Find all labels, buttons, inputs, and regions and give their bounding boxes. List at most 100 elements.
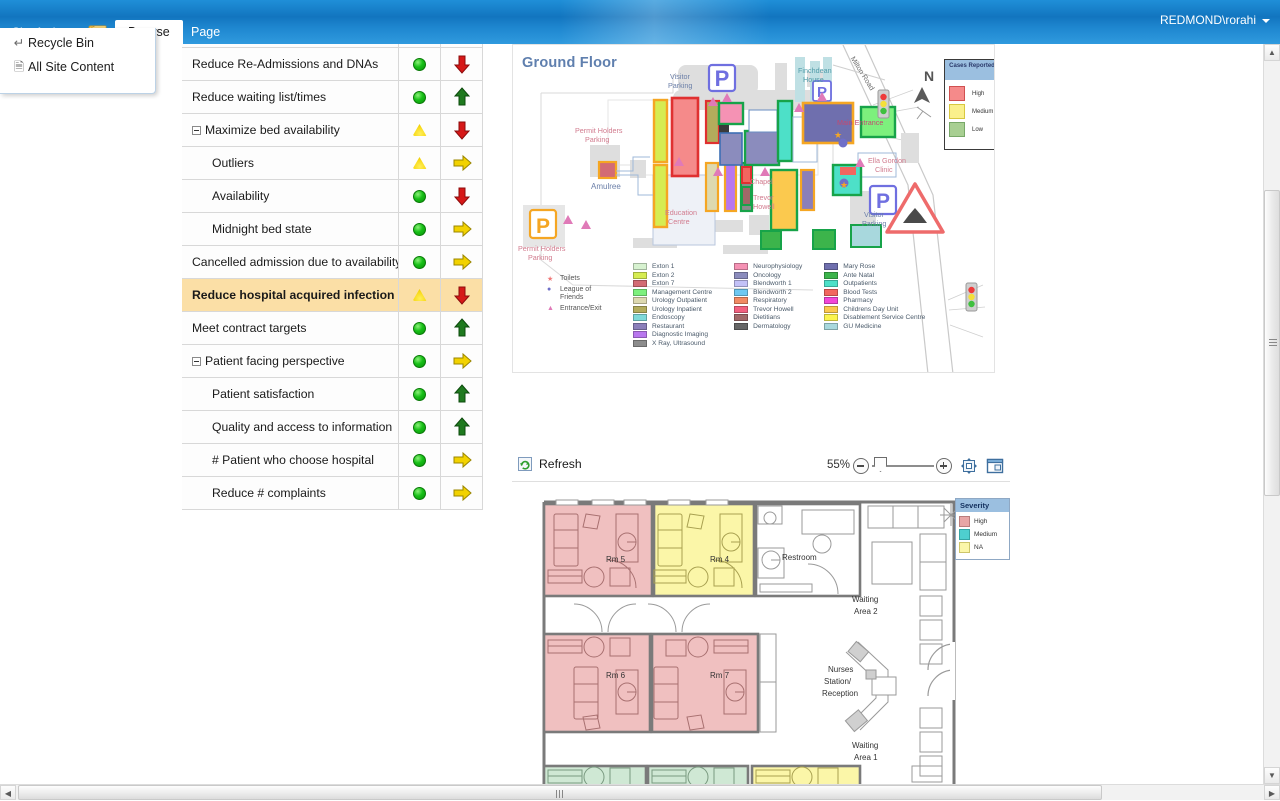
scorecard-row[interactable]: Cancelled admission due to availability (182, 246, 483, 279)
trend-arrow-icon (452, 87, 472, 107)
map-key-item: Urology Inpatient (633, 306, 712, 313)
svg-text:Visitor: Visitor (670, 72, 690, 81)
zoom-in-icon[interactable] (936, 458, 952, 474)
scorecard-label-text: Maximize bed availability (205, 123, 340, 137)
map-key-label: Blendworth 1 (753, 280, 792, 287)
green-circle-icon (413, 487, 426, 500)
collapse-expander-icon[interactable] (192, 357, 201, 366)
map-key-label: Ante Natal (843, 272, 874, 279)
floorplan-legend-title: Severity (956, 499, 1009, 512)
trend-indicator (441, 213, 483, 245)
map-key-item: Oncology (734, 272, 802, 279)
scroll-right-arrow[interactable]: ▶ (1264, 785, 1280, 800)
map-building-key: Exton 1Exton 2Exton 7Management CentreUr… (633, 263, 925, 348)
green-circle-icon (413, 388, 426, 401)
room-label: Rm 7 (710, 671, 730, 680)
zoom-slider-thumb[interactable] (874, 457, 887, 472)
scroll-left-arrow[interactable]: ◀ (0, 785, 16, 800)
trend-arrow-icon (452, 252, 472, 272)
status-indicator (399, 279, 441, 311)
scorecard-row[interactable]: Reduce Re-Admissions and DNAs (182, 48, 483, 81)
green-circle-icon (413, 322, 426, 335)
documents-icon: 🗎 (10, 58, 28, 79)
toolbar-divider (512, 481, 1010, 482)
scorecard-row[interactable]: Outliers (182, 147, 483, 180)
horizontal-scrollbar[interactable]: ◀ ▶ (0, 784, 1280, 800)
green-circle-icon (413, 91, 426, 104)
scorecard-row-label: Midnight bed state (182, 213, 399, 245)
scorecard-row[interactable]: # Patient who choose hospital (182, 444, 483, 477)
map-key-swatch (824, 306, 838, 313)
collapse-expander-icon[interactable] (192, 126, 201, 135)
trend-indicator (441, 279, 483, 311)
map-key-item: Respiratory (734, 297, 802, 304)
tab-page[interactable]: Page (178, 20, 233, 44)
status-indicator (399, 44, 441, 47)
room-label: Rm 5 (606, 555, 626, 564)
map-key-label: Endoscopy (652, 314, 685, 321)
user-menu[interactable]: REDMOND\rorahi (1160, 13, 1270, 27)
scroll-down-arrow[interactable]: ▼ (1264, 767, 1280, 784)
status-indicator (399, 114, 441, 146)
scorecard-row[interactable]: Quality and access to information (182, 411, 483, 444)
scorecard-row-label: Outliers (182, 147, 399, 179)
map-key-swatch (734, 297, 748, 304)
map-key-label: Neurophysiology (753, 263, 802, 270)
floorplan-panel[interactable]: Rm 5 Rm 4 Restroom (520, 492, 1010, 784)
scorecard-row[interactable]: Reduce hospital acquired infection (182, 279, 483, 312)
scorecard-label-text: Midnight bed state (212, 222, 312, 236)
quick-launch-item-all-site-content[interactable]: 🗎All Site Content (10, 58, 114, 79)
map-key-label: Pharmacy (843, 297, 873, 304)
green-circle-icon (413, 256, 426, 269)
map-key-label: Restaurant (652, 323, 684, 330)
trend-arrow-icon (452, 54, 472, 74)
trend-indicator (441, 411, 483, 443)
map-symbol-item: ●League of Friends (547, 286, 604, 302)
user-name-label: REDMOND\rorahi (1160, 13, 1256, 27)
map-key-swatch (824, 263, 838, 270)
scorecard-row-label: Maximize bed availability (182, 114, 399, 146)
scorecard-label-text: Reduce waiting list/times (192, 90, 326, 104)
map-key-swatch (633, 280, 647, 287)
svg-text:★: ★ (840, 180, 848, 190)
map-key-label: Urology Inpatient (652, 306, 702, 313)
green-circle-icon (413, 190, 426, 203)
scorecard-label-text: Reduce # complaints (212, 486, 326, 500)
scorecard-row[interactable]: Maximize bed availability (182, 114, 483, 147)
scorecard-label-text: Reduce hospital acquired infection (192, 288, 394, 302)
svg-text:P: P (536, 215, 550, 238)
show-pane-icon[interactable] (986, 457, 1004, 475)
scorecard-row[interactable]: Meet contract targets (182, 312, 483, 345)
scorecard-row[interactable]: Patient facing perspective (182, 345, 483, 378)
star-icon: ★ (547, 275, 557, 283)
horizontal-scroll-thumb[interactable] (18, 785, 1102, 800)
map-legend-item: Low (949, 122, 995, 137)
ground-floor-map-panel[interactable]: Ground Floor (512, 44, 995, 373)
map-legend-item: Medium (949, 104, 995, 119)
fit-page-icon[interactable] (960, 457, 978, 475)
floorplan-canvas[interactable]: Rm 5 Rm 4 Restroom (520, 492, 1010, 784)
map-key-swatch (734, 314, 748, 321)
scorecard-table: Reduce Re-Admissions and DNAs Reduce wait… (182, 44, 483, 516)
scorecard-row[interactable]: Midnight bed state (182, 213, 483, 246)
scroll-up-arrow[interactable]: ▲ (1264, 44, 1280, 61)
scorecard-label-text: Outliers (212, 156, 254, 170)
floorplan-toolbar: Refresh 55% (512, 452, 1010, 482)
yellow-triangle-icon (413, 157, 427, 169)
map-key-item: Blendworth 1 (734, 280, 802, 287)
zoom-out-icon[interactable] (853, 458, 869, 474)
svg-text:Visitor: Visitor (864, 210, 884, 219)
vertical-scrollbar[interactable]: ▲ ▼ (1263, 44, 1280, 784)
green-circle-icon (413, 454, 426, 467)
scorecard-row[interactable]: Patient satisfaction (182, 378, 483, 411)
map-legend: Cases Reported High Medium Low (944, 59, 995, 150)
vertical-scroll-thumb[interactable] (1264, 190, 1280, 496)
svg-text:Howell: Howell (753, 202, 775, 211)
quick-launch-item-recycle-bin[interactable]: ↵Recycle Bin (10, 35, 94, 50)
scorecard-row[interactable]: Reduce # complaints (182, 477, 483, 510)
refresh-button[interactable]: Refresh (518, 457, 582, 471)
scorecard-row[interactable]: Availability (182, 180, 483, 213)
scorecard-row-label: Cancelled admission due to availability (182, 246, 399, 278)
scorecard-label-text: Reduce Re-Admissions and DNAs (192, 57, 378, 71)
scorecard-row[interactable]: Reduce waiting list/times (182, 81, 483, 114)
